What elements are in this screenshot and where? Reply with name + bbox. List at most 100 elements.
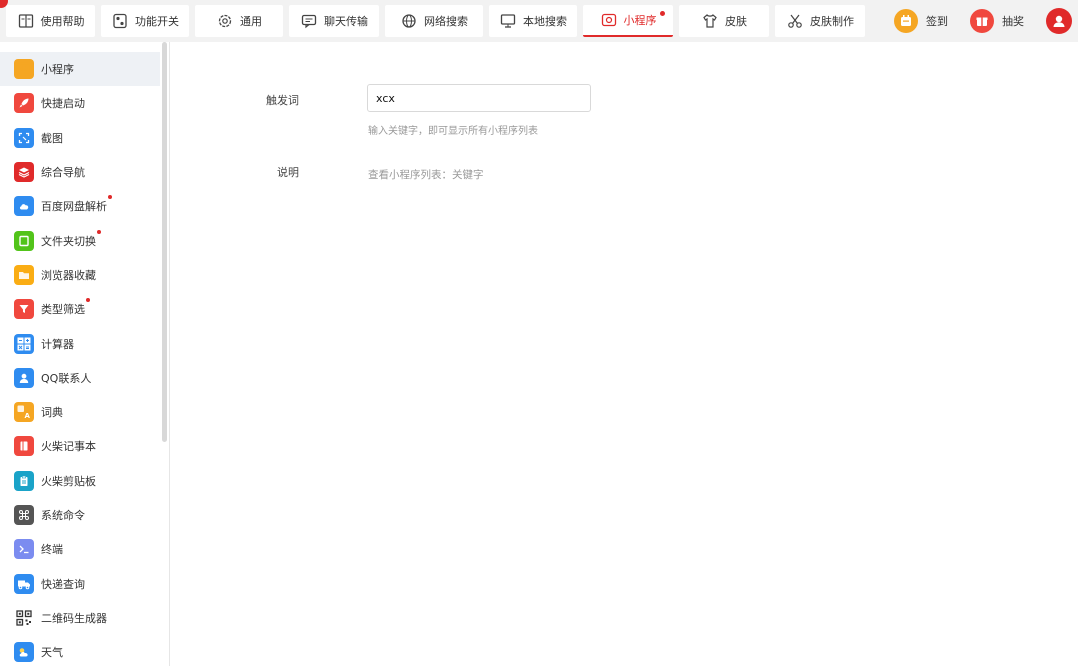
- user-avatar[interactable]: [1046, 8, 1072, 34]
- sidebar-item-text: 终端: [41, 543, 63, 557]
- notification-dot: [97, 229, 101, 234]
- sidebar-item-delivery-truck[interactable]: 快递查询: [0, 566, 160, 600]
- sidebar-item-text: 综合导航: [41, 166, 85, 180]
- tab-label: 聊天传输: [324, 15, 368, 28]
- sidebar-item-label: 火柴记事本: [41, 438, 96, 454]
- sidebar-item-text: 快捷启动: [41, 97, 85, 111]
- sidebar-item-folder-switch[interactable]: 文件夹切换: [0, 223, 160, 257]
- sidebar-item-label: 二维码生成器: [41, 610, 107, 626]
- layers-icon: [14, 162, 34, 183]
- sidebar-item-text: 二维码生成器: [41, 611, 107, 625]
- sidebar-item-label: 天气: [41, 644, 63, 660]
- sidebar-item-text: 小程序: [41, 63, 74, 77]
- sidebar-scrollbar[interactable]: [162, 42, 167, 442]
- notification-dot: [108, 195, 112, 200]
- main-panel: 触发词 输入关键字，即可显示所有小程序列表 说明 查看小程序列表：关键字: [171, 42, 1078, 666]
- sidebar-item-folder[interactable]: 浏览器收藏: [0, 258, 160, 292]
- calculator-icon: [14, 333, 34, 354]
- sidebar-item-label: 系统命令: [41, 507, 85, 523]
- sidebar-item-screenshot[interactable]: 截图: [0, 121, 160, 155]
- sidebar-item-mini-program[interactable]: 小程序: [0, 52, 160, 87]
- lottery-label: 抽奖: [1002, 15, 1024, 28]
- tab-label: 网络搜索: [424, 15, 468, 28]
- sidebar-item-label: 截图: [41, 130, 63, 146]
- sidebar-item-filter[interactable]: 类型筛选: [0, 292, 160, 326]
- trigger-input[interactable]: [367, 84, 591, 112]
- sidebar-item-text: 截图: [41, 131, 63, 145]
- gear-icon: [216, 12, 234, 30]
- tab-label: 通用: [240, 15, 262, 28]
- description-label: 说明: [277, 166, 299, 179]
- sidebar-item-calculator[interactable]: 计算器: [0, 326, 160, 360]
- sidebar-item-text: 快递查询: [41, 577, 85, 591]
- tab-chat[interactable]: 聊天传输: [289, 5, 379, 37]
- trigger-hint: 输入关键字，即可显示所有小程序列表: [368, 126, 538, 137]
- tab-mini-program[interactable]: 小程序: [583, 5, 673, 37]
- weather-icon: [14, 642, 34, 663]
- sidebar-item-notebook[interactable]: 火柴记事本: [0, 429, 160, 463]
- description-text: 查看小程序列表：关键字: [368, 169, 484, 181]
- tab-switch[interactable]: 功能开关: [101, 5, 189, 37]
- sidebar-item-qrcode[interactable]: 二维码生成器: [0, 601, 160, 635]
- sidebar: 小程序快捷启动截图综合导航百度网盘解析文件夹切换浏览器收藏类型筛选计算器 QQ联系…: [0, 42, 170, 666]
- tab-scissors[interactable]: 皮肤制作: [775, 5, 865, 37]
- signin-button[interactable]: 签到: [894, 9, 948, 33]
- sidebar-item-weather[interactable]: 天气: [0, 635, 160, 666]
- tab-gear[interactable]: 通用: [195, 5, 283, 37]
- filter-icon: [14, 299, 34, 320]
- chat-icon: [300, 12, 318, 30]
- sidebar-item-label: QQ联系人: [41, 370, 91, 386]
- sidebar-item-label: 终端: [41, 541, 63, 557]
- tab-label: 使用帮助: [40, 15, 85, 28]
- trigger-label: 触发词: [266, 94, 299, 107]
- sidebar-item-layers[interactable]: 综合导航: [0, 155, 160, 189]
- folder-switch-icon: [14, 230, 34, 251]
- sidebar-item-label: 计算器: [41, 336, 74, 352]
- sidebar-item-clipboard[interactable]: 火柴剪贴板: [0, 464, 160, 498]
- sidebar-item-text: 火柴记事本: [41, 440, 96, 454]
- sidebar-item-label: 词典: [41, 404, 63, 420]
- sidebar-item-cloud[interactable]: 百度网盘解析: [0, 189, 160, 223]
- sidebar-list: 小程序快捷启动截图综合导航百度网盘解析文件夹切换浏览器收藏类型筛选计算器 QQ联系…: [0, 42, 169, 666]
- sidebar-item-label: 文件夹切换: [41, 229, 101, 249]
- cloud-icon: [14, 196, 34, 217]
- dictionary-icon: A: [14, 402, 34, 423]
- sidebar-item-text: 天气: [41, 646, 63, 660]
- sidebar-item-text: 文件夹切换: [41, 234, 96, 248]
- scissors-icon: [786, 12, 804, 30]
- lottery-button[interactable]: 抽奖: [970, 9, 1024, 33]
- mini-program-icon: [600, 11, 618, 29]
- sidebar-item-label: 综合导航: [41, 164, 85, 180]
- sidebar-item-label: 浏览器收藏: [41, 267, 96, 283]
- sidebar-item-text: 浏览器收藏: [41, 268, 96, 282]
- tab-help-book[interactable]: 使用帮助: [6, 5, 95, 37]
- gift-icon: [970, 9, 994, 33]
- tab-label: 皮肤制作: [810, 15, 854, 28]
- sidebar-item-command[interactable]: 系统命令: [0, 498, 160, 532]
- tab-tshirt[interactable]: 皮肤: [679, 5, 769, 37]
- notification-dot: [660, 11, 665, 16]
- top-tab-bar: 使用帮助 功能开关 通用 聊天传输 网络搜索 本地搜索 小程序 皮肤 皮肤制作 签到 抽奖: [0, 0, 1078, 42]
- tab-label: 功能开关: [135, 15, 179, 28]
- sidebar-item-label: 百度网盘解析: [41, 195, 112, 214]
- settings-tabs: 使用帮助 功能开关 通用 聊天传输 网络搜索 本地搜索 小程序 皮肤 皮肤制作: [0, 0, 871, 37]
- sidebar-item-rocket[interactable]: 快捷启动: [0, 86, 160, 120]
- tab-globe[interactable]: 网络搜索: [385, 5, 483, 37]
- command-icon: [14, 505, 34, 525]
- sidebar-item-dictionary[interactable]: A 词典: [0, 395, 160, 429]
- sidebar-item-text: 词典: [41, 406, 63, 420]
- sidebar-item-label: 快递查询: [41, 576, 85, 592]
- tab-monitor[interactable]: 本地搜索: [489, 5, 577, 37]
- sidebar-item-text: 计算器: [41, 337, 74, 351]
- delivery-truck-icon: [14, 573, 34, 594]
- top-actions: 签到 抽奖: [894, 5, 1078, 37]
- app-window: 使用帮助 功能开关 通用 聊天传输 网络搜索 本地搜索 小程序 皮肤 皮肤制作 签到 抽奖 小程…: [0, 0, 1078, 666]
- sidebar-item-label: 类型筛选: [41, 298, 90, 317]
- sidebar-item-terminal[interactable]: 终端: [0, 532, 160, 566]
- sidebar-item-qq-contact[interactable]: QQ联系人: [0, 361, 160, 395]
- rocket-icon: [14, 93, 34, 114]
- tab-label: 本地搜索: [523, 15, 567, 28]
- notebook-icon: [14, 436, 34, 457]
- notification-dot: [86, 298, 90, 303]
- calendar-icon: [894, 9, 918, 33]
